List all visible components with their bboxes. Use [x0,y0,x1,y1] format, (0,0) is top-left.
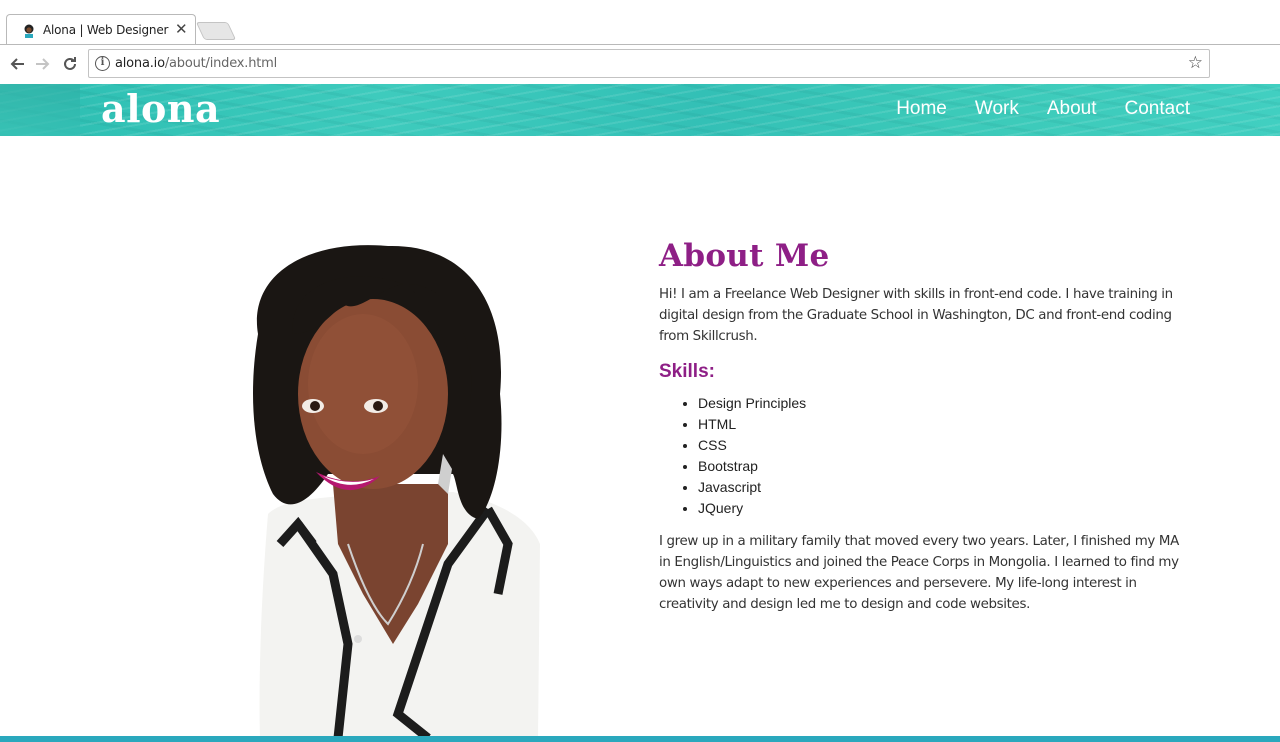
about-intro: Hi! I am a Freelance Web Designer with s… [659,287,1173,344]
url-text[interactable]: alona.io/about/index.html [115,56,277,71]
skill-item: Design Principles [698,393,1179,414]
skills-list: Design Principles HTML CSS Bootstrap Jav… [698,393,1179,519]
browser-toolbar: i alona.io/about/index.html ☆ [0,45,1280,84]
header-shade [0,84,80,136]
browser-tabstrip: Alona | Web Designer ✕ [0,0,1280,45]
star-icon[interactable]: ☆ [1188,53,1203,73]
skill-item: JQuery [698,498,1179,519]
new-tab-button[interactable] [195,22,237,40]
skill-item: Bootstrap [698,456,1179,477]
nav-about[interactable]: About [1047,98,1097,120]
url-host: alona.io [115,56,165,71]
tab-close-icon[interactable]: ✕ [175,20,188,38]
nav-home[interactable]: Home [896,98,947,120]
nav-contact[interactable]: Contact [1125,98,1190,120]
skill-item: Javascript [698,477,1179,498]
reload-icon[interactable] [59,53,81,75]
about-section: About Me Hi! I am a Freelance Web Design… [659,238,1179,615]
back-arrow-icon[interactable] [6,53,28,75]
url-path: /about/index.html [164,56,278,71]
skill-item: HTML [698,414,1179,435]
footer-bar [0,736,1280,742]
skill-item: CSS [698,435,1179,456]
site-header: alona Home Work About Contact [0,84,1280,136]
site-nav: Home Work About Contact [896,98,1190,120]
tab-title: Alona | Web Designer [43,23,169,37]
about-bio: I grew up in a military family that move… [659,534,1179,612]
info-icon[interactable]: i [95,56,110,71]
favicon-icon [24,24,34,38]
address-bar[interactable]: i alona.io/about/index.html ☆ [88,49,1210,78]
browser-tab[interactable]: Alona | Web Designer ✕ [6,14,196,45]
about-title: About Me [659,238,830,274]
nav-work[interactable]: Work [975,98,1019,120]
site-logo[interactable]: alona [101,86,220,131]
forward-arrow-icon[interactable] [32,53,54,75]
portrait-photo [253,245,540,738]
skills-title: Skills: [659,361,715,382]
